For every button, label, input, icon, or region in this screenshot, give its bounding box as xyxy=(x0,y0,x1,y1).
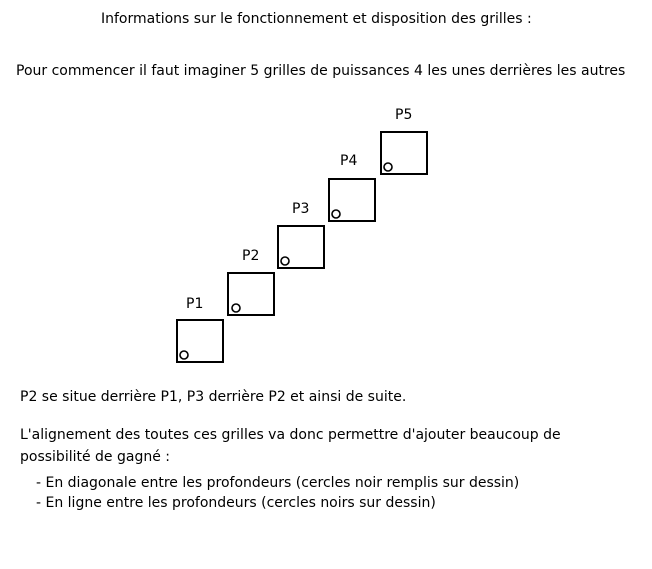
grid-p1-box xyxy=(176,319,224,363)
alignment-line-2: possibilité de gagné : xyxy=(20,449,170,465)
grid-p5-box xyxy=(380,131,428,175)
alignment-line-1: L'alignement des toutes ces grilles va d… xyxy=(20,427,561,443)
grid-p1: P1 xyxy=(176,296,224,363)
bullet-diagonal: - En diagonale entre les profondeurs (ce… xyxy=(36,475,520,491)
grid-p4-circle xyxy=(331,209,341,219)
grid-p2-box xyxy=(227,272,275,316)
grid-p5-label: P5 xyxy=(395,107,412,123)
grid-p2-label: P2 xyxy=(242,248,259,264)
bullet-line: - En ligne entre les profondeurs (cercle… xyxy=(36,495,436,511)
grid-p2: P2 xyxy=(227,248,275,316)
grid-p4-box xyxy=(328,178,376,222)
grid-p1-label: P1 xyxy=(186,296,203,312)
grid-p4-label: P4 xyxy=(340,153,357,169)
grid-p3-label: P3 xyxy=(292,201,309,217)
grid-p5: P5 xyxy=(380,107,428,175)
grid-p2-circle xyxy=(231,303,241,313)
depth-note: P2 se situe derrière P1, P3 derrière P2 … xyxy=(20,389,407,405)
grid-p3-circle xyxy=(280,256,290,266)
grid-p3-box xyxy=(277,225,325,269)
grid-p3: P3 xyxy=(277,201,325,269)
grid-p4: P4 xyxy=(328,153,376,222)
grid-p1-circle xyxy=(179,350,189,360)
grid-p5-circle xyxy=(383,162,393,172)
